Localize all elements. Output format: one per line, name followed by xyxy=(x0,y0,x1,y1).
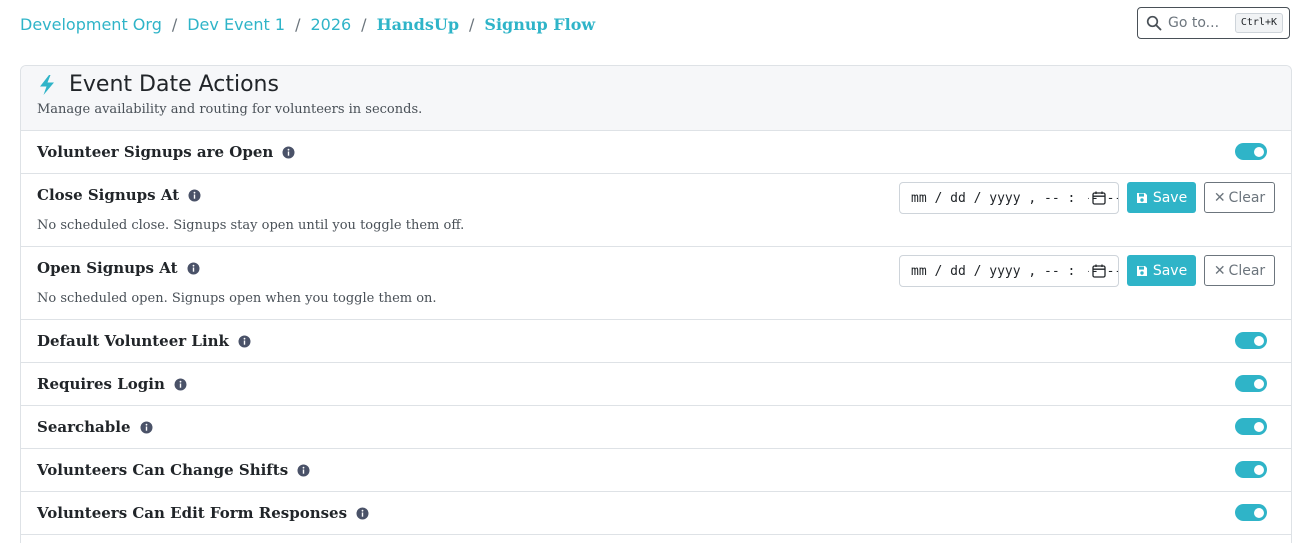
searchable-label: Searchable xyxy=(37,418,153,436)
toggle-knob xyxy=(1254,378,1264,389)
close-signups-datetime-input[interactable]: mm / dd / yyyy , -- : -- -- xyxy=(899,182,1119,214)
close-signups-clear-button[interactable]: ✕ Clear xyxy=(1204,182,1275,213)
info-icon[interactable] xyxy=(238,335,251,348)
searchable-row: Searchable xyxy=(21,406,1291,449)
clear-button-label: Clear xyxy=(1228,189,1266,206)
goto-shortcut-hint: Ctrl+K xyxy=(1234,13,1283,33)
open-signups-row: Open Signups At No scheduled open. Signu… xyxy=(21,247,1291,320)
close-icon: ✕ xyxy=(1213,189,1226,206)
info-icon[interactable] xyxy=(174,378,187,391)
change-shifts-row: Volunteers Can Change Shifts xyxy=(21,449,1291,492)
toggle-knob xyxy=(1254,146,1264,157)
event-date-actions-card: Event Date Actions Manage availability a… xyxy=(20,65,1292,543)
breadcrumb-separator: / xyxy=(171,14,178,34)
info-icon[interactable] xyxy=(188,189,201,202)
open-signups-label: Open Signups At xyxy=(37,259,200,277)
goto-placeholder: Go to... xyxy=(1168,15,1220,31)
card-header: Event Date Actions Manage availability a… xyxy=(21,66,1291,131)
toggle-knob xyxy=(1254,507,1264,518)
requires-login-label-text: Requires Login xyxy=(37,375,165,393)
close-signups-label-text: Close Signups At xyxy=(37,186,180,204)
breadcrumb-separator: / xyxy=(469,14,475,34)
info-icon[interactable] xyxy=(297,464,310,477)
save-button-label: Save xyxy=(1152,262,1188,279)
signups-open-label-text: Volunteer Signups are Open xyxy=(37,143,274,161)
default-link-label-text: Default Volunteer Link xyxy=(37,332,229,350)
close-signups-save-button[interactable]: Save xyxy=(1127,182,1196,213)
info-icon[interactable] xyxy=(187,262,200,275)
edit-responses-label: Volunteers Can Edit Form Responses xyxy=(37,504,369,522)
toggle-knob xyxy=(1254,464,1264,475)
card-title-text: Event Date Actions xyxy=(69,72,279,97)
change-shifts-label-text: Volunteers Can Change Shifts xyxy=(37,461,289,479)
searchable-toggle[interactable] xyxy=(1235,418,1267,435)
edit-responses-row: Volunteers Can Edit Form Responses xyxy=(21,492,1291,535)
close-signups-description: No scheduled close. Signups stay open un… xyxy=(37,218,465,233)
breadcrumb-handsup-link[interactable]: HandsUp xyxy=(377,15,459,34)
floppy-disk-icon xyxy=(1136,192,1147,203)
close-signups-row: Close Signups At No scheduled close. Sig… xyxy=(21,174,1291,247)
floppy-disk-icon xyxy=(1136,265,1147,276)
breadcrumb-event-link[interactable]: Dev Event 1 xyxy=(187,15,285,34)
requires-login-row: Requires Login xyxy=(21,363,1291,406)
input-fade xyxy=(1076,260,1088,282)
lightning-bolt-icon xyxy=(40,74,54,95)
change-shifts-toggle[interactable] xyxy=(1235,461,1267,478)
toggle-knob xyxy=(1254,421,1264,432)
open-signups-description: No scheduled open. Signups open when you… xyxy=(37,291,437,306)
breadcrumb-current-page: Signup Flow xyxy=(484,14,596,34)
info-icon[interactable] xyxy=(356,507,369,520)
search-icon xyxy=(1146,15,1162,31)
breadcrumb: Development Org / Dev Event 1 / 2026 / H… xyxy=(20,12,595,36)
open-signups-save-button[interactable]: Save xyxy=(1127,255,1196,286)
save-button-label: Save xyxy=(1152,189,1188,206)
default-link-label: Default Volunteer Link xyxy=(37,332,251,350)
requires-login-toggle[interactable] xyxy=(1235,375,1267,392)
breadcrumb-year-link[interactable]: 2026 xyxy=(310,15,351,34)
breadcrumb-separator: / xyxy=(361,14,367,34)
breadcrumb-org-link[interactable]: Development Org xyxy=(20,15,162,34)
default-link-toggle[interactable] xyxy=(1235,332,1267,349)
card-title: Event Date Actions xyxy=(37,72,279,97)
signups-open-row: Volunteer Signups are Open xyxy=(21,131,1291,174)
calendar-icon[interactable] xyxy=(1092,191,1106,205)
change-shifts-label: Volunteers Can Change Shifts xyxy=(37,461,310,479)
searchable-label-text: Searchable xyxy=(37,418,131,436)
info-icon[interactable] xyxy=(282,146,295,159)
edit-responses-toggle[interactable] xyxy=(1235,504,1267,521)
signups-open-toggle[interactable] xyxy=(1235,143,1267,160)
open-signups-clear-button[interactable]: ✕ Clear xyxy=(1204,255,1275,286)
clear-button-label: Clear xyxy=(1228,262,1266,279)
close-icon: ✕ xyxy=(1213,262,1226,279)
card-subtitle: Manage availability and routing for volu… xyxy=(37,102,423,117)
goto-search-button[interactable]: Go to... Ctrl+K xyxy=(1137,7,1290,39)
close-signups-label: Close Signups At xyxy=(37,186,201,204)
open-signups-label-text: Open Signups At xyxy=(37,259,178,277)
edit-responses-label-text: Volunteers Can Edit Form Responses xyxy=(37,504,348,522)
requires-login-label: Requires Login xyxy=(37,375,187,393)
toggle-knob xyxy=(1254,335,1264,346)
default-link-row: Default Volunteer Link xyxy=(21,320,1291,363)
signups-open-label: Volunteer Signups are Open xyxy=(37,143,295,161)
info-icon[interactable] xyxy=(140,421,153,434)
input-fade xyxy=(1076,187,1088,209)
breadcrumb-separator: / xyxy=(295,14,301,34)
open-signups-datetime-input[interactable]: mm / dd / yyyy , -- : -- -- xyxy=(899,255,1119,287)
calendar-icon[interactable] xyxy=(1092,264,1106,278)
